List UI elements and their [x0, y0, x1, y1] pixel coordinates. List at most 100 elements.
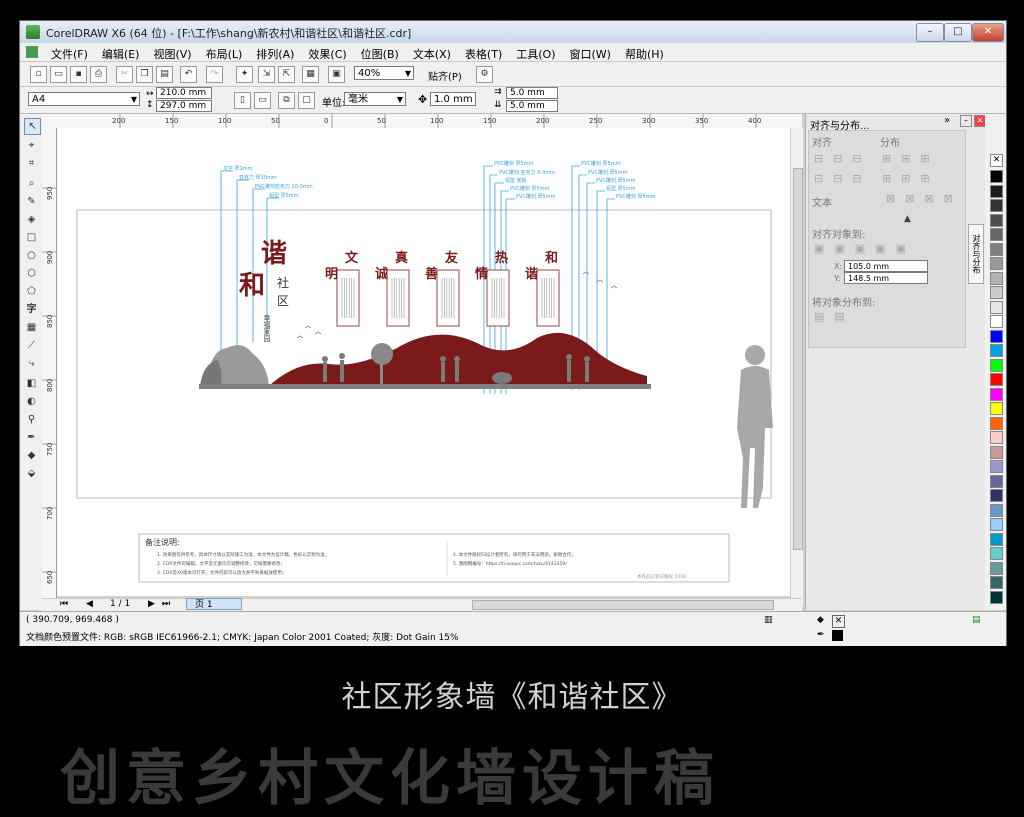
align-to-buttons[interactable]: ▣▣▣▣▣	[814, 242, 916, 255]
palette-swatch[interactable]	[990, 547, 1003, 560]
align-buttons[interactable]: ⊟⊟⊟	[814, 152, 872, 165]
smart-fill-icon[interactable]: ◈	[24, 212, 39, 227]
rectangle-tool-icon[interactable]: □	[24, 230, 39, 245]
search-content-icon[interactable]: ✦	[236, 66, 253, 83]
palette-swatch[interactable]	[990, 503, 1003, 517]
title-bar[interactable]: CorelDRAW X6 (64 位) - [F:\工作\shang\新农村\和…	[20, 21, 1006, 43]
application-launcher-icon[interactable]: ▦	[302, 66, 319, 83]
menu-item-7[interactable]: 文本(X)	[406, 46, 458, 62]
palette-swatch[interactable]	[990, 590, 1003, 604]
document-info-icon[interactable]: ▥	[764, 615, 773, 625]
welcome-screen-icon[interactable]: ▣	[328, 66, 345, 83]
close-button[interactable]: ✕	[972, 23, 1004, 42]
menu-item-9[interactable]: 工具(O)	[509, 46, 562, 62]
fill-none-swatch[interactable]: ✕	[832, 615, 845, 628]
color-profile-info[interactable]: 文档颜色预置文件: RGB: sRGB IEC61966-2.1; CMYK: …	[26, 630, 459, 643]
duplicate-x-input[interactable]: 5.0 mm	[506, 87, 558, 99]
first-page-icon[interactable]: ⏮	[60, 599, 68, 609]
palette-swatch[interactable]	[990, 431, 1003, 444]
collapse-arrow-icon[interactable]: ▲	[904, 214, 911, 224]
transparency-tool-icon[interactable]: ◐	[24, 394, 39, 409]
zoom-tool-icon[interactable]: ⌕	[24, 176, 39, 191]
palette-swatch[interactable]	[990, 286, 1003, 299]
menu-item-1[interactable]: 编辑(E)	[95, 46, 147, 62]
blend-tool-icon[interactable]: ◧	[24, 376, 39, 391]
current-page-icon[interactable]: ▢	[298, 92, 315, 109]
page-width-input[interactable]: 210.0 mm	[156, 87, 212, 99]
portrait-icon[interactable]: ▯	[234, 92, 251, 109]
minimize-button[interactable]: –	[916, 23, 944, 42]
palette-swatch[interactable]	[990, 329, 1003, 343]
palette-swatch[interactable]	[990, 532, 1003, 546]
palette-swatch[interactable]	[990, 576, 1003, 589]
options-icon[interactable]: ⚙	[476, 66, 493, 83]
basic-shapes-icon[interactable]: ⬠	[24, 284, 39, 299]
docker-minimize-icon[interactable]: –	[960, 115, 972, 127]
vertical-scrollbar[interactable]	[790, 128, 803, 606]
palette-swatch[interactable]	[990, 373, 1003, 386]
last-page-icon[interactable]: ⏭	[162, 599, 170, 609]
shape-tool-icon[interactable]: ⌖	[24, 138, 39, 153]
x-position-input[interactable]: 105.0 mm	[844, 260, 928, 272]
menu-item-2[interactable]: 视图(V)	[146, 46, 198, 62]
nudge-distance-input[interactable]: 1.0 mm	[430, 92, 476, 106]
palette-swatch[interactable]	[990, 416, 1003, 430]
palette-swatch[interactable]	[990, 315, 1003, 328]
snap-status-icon[interactable]: ▤	[972, 615, 981, 625]
palette-swatch[interactable]	[990, 460, 1003, 473]
menu-item-10[interactable]: 窗口(W)	[563, 46, 618, 62]
horizontal-ruler[interactable]: 200 150 100 50 0 50 100 150 200 250 300 350 400	[42, 114, 802, 129]
fill-tool-icon[interactable]: ◆	[24, 448, 39, 463]
import-icon[interactable]: ⇲	[258, 66, 275, 83]
palette-swatch[interactable]	[990, 489, 1003, 502]
copy-icon[interactable]: ❐	[136, 66, 153, 83]
interactive-fill-icon[interactable]: ⬙	[24, 466, 39, 481]
table-tool-icon[interactable]: ▦	[24, 320, 39, 335]
eyedropper-tool-icon[interactable]: ⚲	[24, 412, 39, 427]
palette-swatch[interactable]	[990, 518, 1003, 531]
docker-side-tab[interactable]: 对齐与分布	[968, 224, 984, 284]
y-position-input[interactable]: 148.5 mm	[844, 272, 928, 284]
distribute-buttons-row2[interactable]: ⊞⊞⊞	[882, 172, 940, 185]
menu-item-0[interactable]: 文件(F)	[44, 46, 95, 62]
menu-item-5[interactable]: 效果(C)	[301, 46, 353, 62]
page-tab[interactable]: 页 1	[186, 598, 242, 610]
palette-swatch[interactable]	[990, 561, 1003, 575]
freehand-tool-icon[interactable]: ✎	[24, 194, 39, 209]
vertical-ruler[interactable]: 950 900 850 800 750 700 650	[42, 128, 57, 606]
menu-item-11[interactable]: 帮助(H)	[618, 46, 671, 62]
ellipse-tool-icon[interactable]: ○	[24, 248, 39, 263]
palette-swatch[interactable]	[990, 358, 1003, 372]
palette-swatch[interactable]	[990, 228, 1003, 241]
drawing-canvas[interactable]: 文字 厚1mm 亚克力 厚10mm PVC雕刻亚克力 10-3mm 铝型 厚5m…	[57, 128, 802, 596]
outline-tool-icon[interactable]: ✒	[24, 430, 39, 445]
text-tool-icon[interactable]: 字	[24, 302, 39, 317]
all-pages-icon[interactable]: ⧉	[278, 92, 295, 109]
vertical-scroll-thumb[interactable]	[793, 168, 803, 550]
docker-expand-icon[interactable]: »	[944, 115, 950, 126]
landscape-icon[interactable]: ▭	[254, 92, 271, 109]
palette-swatch[interactable]	[990, 474, 1003, 488]
palette-swatch[interactable]	[990, 300, 1003, 314]
pick-tool-icon[interactable]: ↖	[24, 118, 41, 135]
palette-swatch[interactable]	[990, 213, 1003, 227]
menu-item-3[interactable]: 布局(L)	[199, 46, 250, 62]
fill-indicator-icon[interactable]: ◆	[817, 615, 828, 626]
palette-swatch[interactable]	[990, 170, 1003, 183]
outline-indicator-icon[interactable]: ✒	[817, 630, 828, 641]
zoom-level-select[interactable]: 40% ▼	[354, 66, 414, 80]
new-document-icon[interactable]: ▫	[30, 66, 47, 83]
outline-color-swatch[interactable]	[832, 630, 843, 641]
align-buttons-row2[interactable]: ⊟⊟⊟	[814, 172, 872, 185]
cut-icon[interactable]: ✂	[116, 66, 133, 83]
palette-swatch[interactable]	[990, 271, 1003, 285]
polygon-tool-icon[interactable]: ⬡	[24, 266, 39, 281]
maximize-button[interactable]: □	[944, 23, 972, 42]
text-align-buttons[interactable]: ⊠⊠⊠⊠	[886, 192, 963, 205]
next-page-icon[interactable]: ▶	[148, 599, 155, 609]
palette-swatch[interactable]	[990, 387, 1003, 401]
palette-swatch[interactable]	[990, 257, 1003, 270]
export-icon[interactable]: ⇱	[278, 66, 295, 83]
menu-item-6[interactable]: 位图(B)	[354, 46, 406, 62]
snap-to-dropdown[interactable]: 贴齐(P)	[428, 68, 462, 83]
